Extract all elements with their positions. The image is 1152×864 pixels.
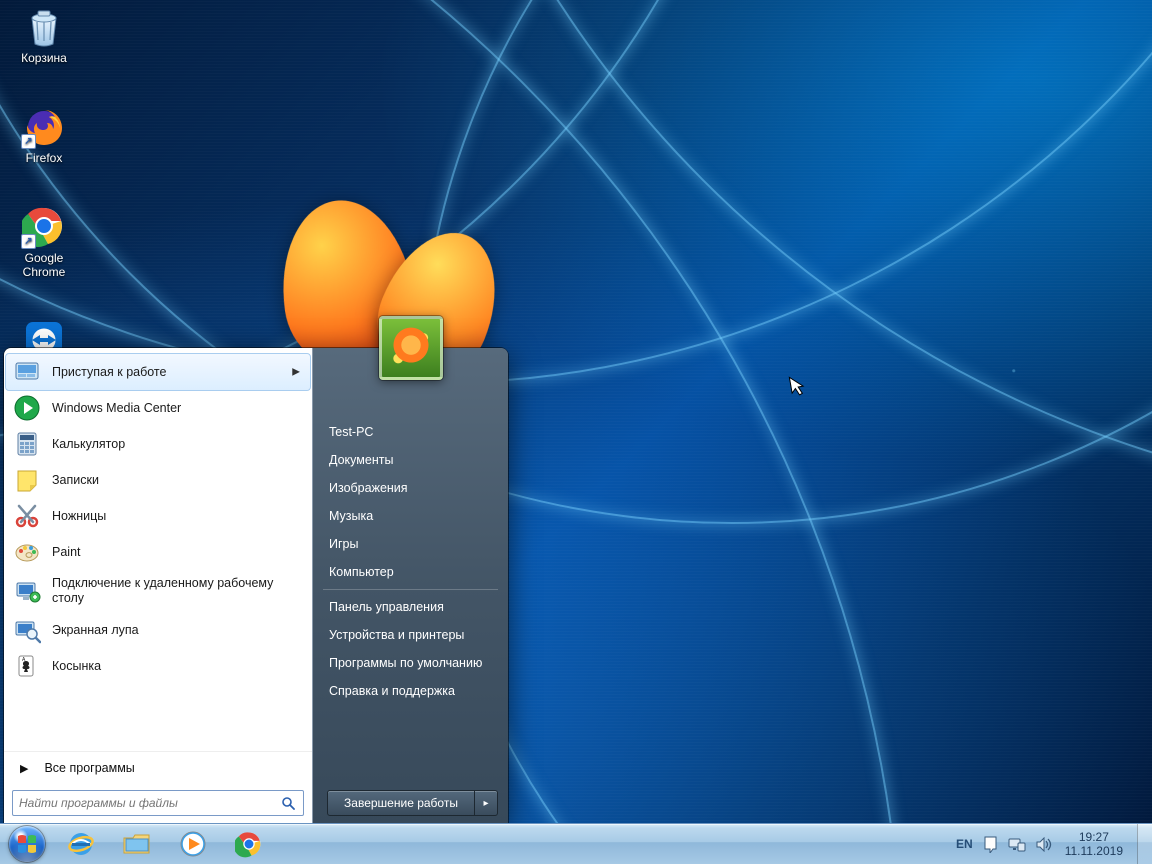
firefox-icon: ↗ [22,104,66,148]
program-label: Калькулятор [52,437,125,452]
remote-desktop-icon [12,576,42,606]
rlink-control-panel[interactable]: Панель управления [327,593,498,621]
taskbar[interactable]: EN 19:27 11.11.2019 [0,823,1152,864]
program-label: Windows Media Center [52,401,181,416]
submenu-arrow-icon: ▶ [292,367,300,378]
start-menu-programs-list: Приступая к работе ▶ Windows Media Cente… [4,348,312,751]
network-icon[interactable] [1008,837,1026,852]
start-menu-item-solitaire[interactable]: A Косынка [6,648,310,684]
taskbar-chrome[interactable] [222,825,276,863]
shutdown-options-button[interactable]: ▸ [475,790,498,816]
search-icon[interactable] [281,796,303,810]
magnifier-icon [12,615,42,645]
mouse-cursor-icon [788,374,808,398]
explorer-icon [121,830,153,858]
program-label: Записки [52,473,99,488]
show-desktop-button[interactable] [1137,824,1152,864]
shutdown-label: Завершение работы [344,796,458,810]
start-menu-left-pane: Приступая к работе ▶ Windows Media Cente… [4,348,313,824]
desktop-icon-recycle-bin[interactable]: Корзина [6,4,82,65]
taskbar-ie[interactable] [54,825,108,863]
rlink-games[interactable]: Игры [327,530,498,558]
calculator-icon [12,429,42,459]
rlink-devices-printers[interactable]: Устройства и принтеры [327,621,498,649]
taskbar-explorer[interactable] [110,825,164,863]
snipping-tool-icon [12,501,42,531]
user-picture[interactable] [379,316,443,380]
all-programs-label: Все программы [44,761,134,775]
desktop-icon-chrome[interactable]: ↗ Google Chrome [6,204,82,279]
shutdown-button[interactable]: Завершение работы [327,790,475,816]
wmp-icon [178,829,208,859]
start-menu-item-magnifier[interactable]: Экранная лупа [6,612,310,648]
rlink-help-support[interactable]: Справка и поддержка [327,677,498,705]
all-programs-button[interactable]: ▶ Все программы [4,751,312,784]
program-label: Приступая к работе [52,365,166,380]
chrome-icon [235,830,263,858]
desktop[interactable]: Корзина ↗ Firefox ↗ Google Chrome Присту… [0,0,1152,824]
rlink-pictures[interactable]: Изображения [327,474,498,502]
sticky-notes-icon [12,465,42,495]
ie-icon [66,829,96,859]
recycle-bin-icon [22,4,66,48]
media-center-icon [12,393,42,423]
start-menu-item-sticky-notes[interactable]: Записки [6,462,310,498]
triangle-right-icon: ▶ [20,762,28,775]
tray-clock[interactable]: 19:27 11.11.2019 [1063,830,1125,858]
start-menu-item-getting-started[interactable]: Приступая к работе ▶ [6,354,310,390]
separator [323,589,498,590]
rlink-documents[interactable]: Документы [327,446,498,474]
program-label: Ножницы [52,509,106,524]
search-input[interactable] [13,796,281,810]
desktop-icon-label: Корзина [6,51,82,65]
windows-orb-icon [9,826,45,862]
start-button[interactable] [0,824,54,864]
start-menu-item-remote-desktop[interactable]: Подключение к удаленному рабочему столу [6,570,310,612]
clock-time: 19:27 [1065,830,1123,844]
system-tray: EN 19:27 11.11.2019 [946,824,1131,864]
program-label: Подключение к удаленному рабочему столу [52,576,292,606]
program-label: Paint [52,545,81,560]
paint-icon [12,537,42,567]
solitaire-icon: A [12,651,42,681]
rlink-music[interactable]: Музыка [327,502,498,530]
desktop-icon-firefox[interactable]: ↗ Firefox [6,104,82,165]
clock-date: 11.11.2019 [1065,844,1123,858]
chrome-icon: ↗ [22,204,66,248]
getting-started-icon [12,357,42,387]
rlink-computer[interactable]: Компьютер [327,558,498,586]
rlink-default-programs[interactable]: Программы по умолчанию [327,649,498,677]
program-label: Косынка [52,659,101,674]
rlink-user[interactable]: Test-PC [327,418,498,446]
start-menu-item-calculator[interactable]: Калькулятор [6,426,310,462]
start-menu: Приступая к работе ▶ Windows Media Cente… [4,348,508,824]
search-box[interactable] [12,790,304,816]
taskbar-wmp[interactable] [166,825,220,863]
language-indicator[interactable]: EN [956,837,973,851]
start-menu-right-pane: Test-PC Документы Изображения Музыка Игр… [313,348,508,824]
start-menu-item-paint[interactable]: Paint [6,534,310,570]
desktop-icon-label: Firefox [6,151,82,165]
action-center-icon[interactable] [983,836,998,853]
shortcut-arrow-icon: ↗ [21,134,36,149]
volume-icon[interactable] [1036,837,1053,852]
shortcut-arrow-icon: ↗ [21,234,36,249]
start-menu-item-snipping-tool[interactable]: Ножницы [6,498,310,534]
start-menu-item-media-center[interactable]: Windows Media Center [6,390,310,426]
program-label: Экранная лупа [52,623,139,638]
desktop-icon-label: Google Chrome [6,251,82,279]
